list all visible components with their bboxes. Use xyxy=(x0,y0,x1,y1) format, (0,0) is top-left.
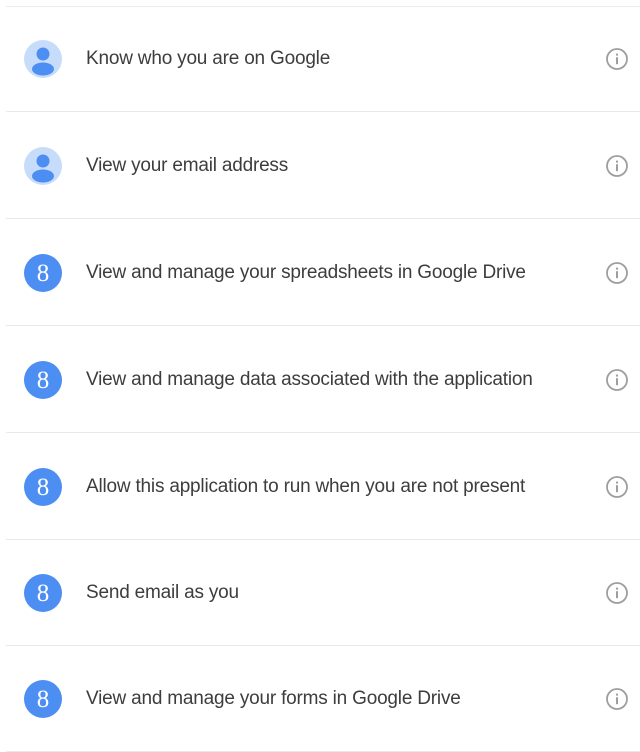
google-plus-icon: 8 xyxy=(24,468,62,506)
permission-label: Know who you are on Google xyxy=(86,48,331,69)
google-plus-icon: 8 xyxy=(24,574,62,612)
divider xyxy=(6,432,640,433)
svg-text:8: 8 xyxy=(37,474,50,501)
divider xyxy=(6,218,640,219)
info-icon[interactable] xyxy=(604,46,630,72)
google-plus-icon: 8 xyxy=(24,680,62,718)
permission-label: View and manage your forms in Google Dri… xyxy=(86,688,461,709)
svg-text:8: 8 xyxy=(37,367,50,394)
info-icon[interactable] xyxy=(604,474,630,500)
info-icon[interactable] xyxy=(604,153,630,179)
permission-list: Know who you are on Google View your ema… xyxy=(0,0,640,752)
divider xyxy=(6,325,640,326)
permission-row-email: View your email address xyxy=(0,113,640,219)
permission-row-offline-access: 8 Allow this application to run when you… xyxy=(0,434,640,540)
permission-label: View and manage data associated with the… xyxy=(86,369,533,390)
permission-label: Send email as you xyxy=(86,582,239,603)
permission-row-forms: 8 View and manage your forms in Google D… xyxy=(0,646,640,752)
info-icon[interactable] xyxy=(604,260,630,286)
permission-row-spreadsheets: 8 View and manage your spreadsheets in G… xyxy=(0,220,640,326)
info-icon[interactable] xyxy=(604,580,630,606)
divider xyxy=(6,111,640,112)
google-plus-icon: 8 xyxy=(24,361,62,399)
svg-text:8: 8 xyxy=(37,580,50,607)
account-icon xyxy=(24,40,62,78)
permission-label: View and manage your spreadsheets in Goo… xyxy=(86,262,526,283)
permission-row-send-email: 8 Send email as you xyxy=(0,540,640,646)
permission-row-app-data: 8 View and manage data associated with t… xyxy=(0,327,640,433)
account-icon xyxy=(24,147,62,185)
permission-row-identity: Know who you are on Google xyxy=(0,6,640,112)
permission-label: View your email address xyxy=(86,155,289,176)
google-plus-icon: 8 xyxy=(24,254,62,292)
svg-text:8: 8 xyxy=(37,260,50,287)
permission-label: Allow this application to run when you a… xyxy=(86,476,526,497)
svg-text:8: 8 xyxy=(37,686,50,713)
info-icon[interactable] xyxy=(604,367,630,393)
info-icon[interactable] xyxy=(604,686,630,712)
